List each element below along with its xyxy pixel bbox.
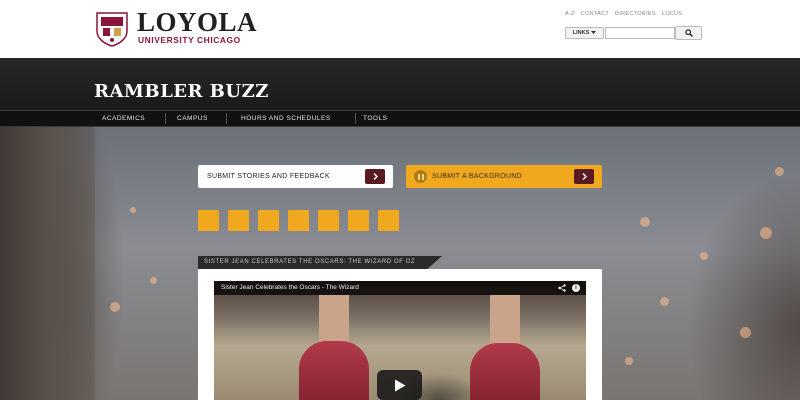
bokeh-light <box>110 302 120 312</box>
info-icon[interactable]: i <box>572 284 580 292</box>
nav-item-hours[interactable]: HOURS AND SCHEDULES <box>233 111 331 126</box>
carousel-dot-5[interactable] <box>318 210 339 231</box>
video-scene <box>299 341 369 400</box>
carousel-dot-2[interactable] <box>228 210 249 231</box>
util-link-az[interactable]: A-Z <box>565 11 575 17</box>
submit-background-label: SUBMIT A BACKGROUND <box>432 173 522 180</box>
share-icon[interactable] <box>558 284 566 292</box>
search-icon <box>684 29 693 37</box>
video-title-bar: Sister Jean Celebrates the Oscars - The … <box>214 281 586 295</box>
search-input[interactable] <box>605 27 675 39</box>
utility-links: A-Z CONTACT DIRECTORIES LOCUS <box>565 11 682 17</box>
nav-divider <box>165 113 166 124</box>
carousel-dot-1[interactable] <box>198 210 219 231</box>
bokeh-light <box>660 297 669 306</box>
logo-wordmark[interactable]: LOYOLA <box>137 8 257 36</box>
nav-item-tools[interactable]: TOOLS <box>355 111 387 126</box>
submit-background-button[interactable]: SUBMIT A BACKGROUND <box>406 165 602 188</box>
carousel-dots <box>198 210 399 231</box>
search-button[interactable] <box>675 26 702 40</box>
pause-icon[interactable] <box>414 170 427 183</box>
nav-item-academics[interactable]: ACADEMICS <box>94 111 145 126</box>
bokeh-light <box>760 227 772 239</box>
main-nav: ACADEMICS CAMPUS HOURS AND SCHEDULES TOO… <box>0 110 800 127</box>
play-icon <box>394 379 405 391</box>
links-dropdown-button[interactable]: LINKS <box>565 27 604 39</box>
play-button[interactable] <box>377 370 422 400</box>
seal-logo-icon[interactable] <box>94 11 130 47</box>
video-heading-tab: SISTER JEAN CELEBRATES THE OSCARS: THE W… <box>198 256 442 269</box>
bokeh-light <box>130 207 136 213</box>
nav-item-campus[interactable]: CAMPUS <box>169 111 208 126</box>
video-scene <box>490 295 520 350</box>
nav-divider <box>226 113 227 124</box>
chevron-down-icon <box>591 31 597 34</box>
bokeh-light <box>740 327 751 338</box>
submit-stories-button[interactable]: SUBMIT STORIES AND FEEDBACK <box>198 165 393 188</box>
bokeh-light <box>700 252 708 260</box>
bokeh-light <box>150 277 157 284</box>
video-heading: SISTER JEAN CELEBRATES THE OSCARS: THE W… <box>204 259 416 265</box>
video-player[interactable]: Sister Jean Celebrates the Oscars - The … <box>214 281 586 400</box>
site-title[interactable]: RAMBLER BUZZ <box>94 82 269 102</box>
carousel-dot-7[interactable] <box>378 210 399 231</box>
util-link-contact[interactable]: CONTACT <box>581 11 609 17</box>
util-link-locus[interactable]: LOCUS <box>662 11 682 17</box>
video-scene <box>470 343 540 400</box>
video-player-title[interactable]: Sister Jean Celebrates the Oscars - The … <box>221 281 359 295</box>
bokeh-light <box>775 167 784 176</box>
carousel-dot-3[interactable] <box>258 210 279 231</box>
links-button-label: LINKS <box>572 30 590 36</box>
bokeh-light <box>640 217 650 227</box>
submit-stories-label: SUBMIT STORIES AND FEEDBACK <box>207 173 330 180</box>
arrow-right-icon <box>574 169 594 184</box>
carousel-dot-4[interactable] <box>288 210 309 231</box>
bokeh-light <box>625 357 633 365</box>
carousel-dot-6[interactable] <box>348 210 369 231</box>
logo-subtitle: UNIVERSITY CHICAGO <box>138 35 241 45</box>
tree-trunk <box>0 127 95 400</box>
arrow-right-icon <box>365 169 385 184</box>
top-header: LOYOLA UNIVERSITY CHICAGO A-Z CONTACT DI… <box>0 0 800 58</box>
util-link-directories[interactable]: DIRECTORIES <box>615 11 656 17</box>
